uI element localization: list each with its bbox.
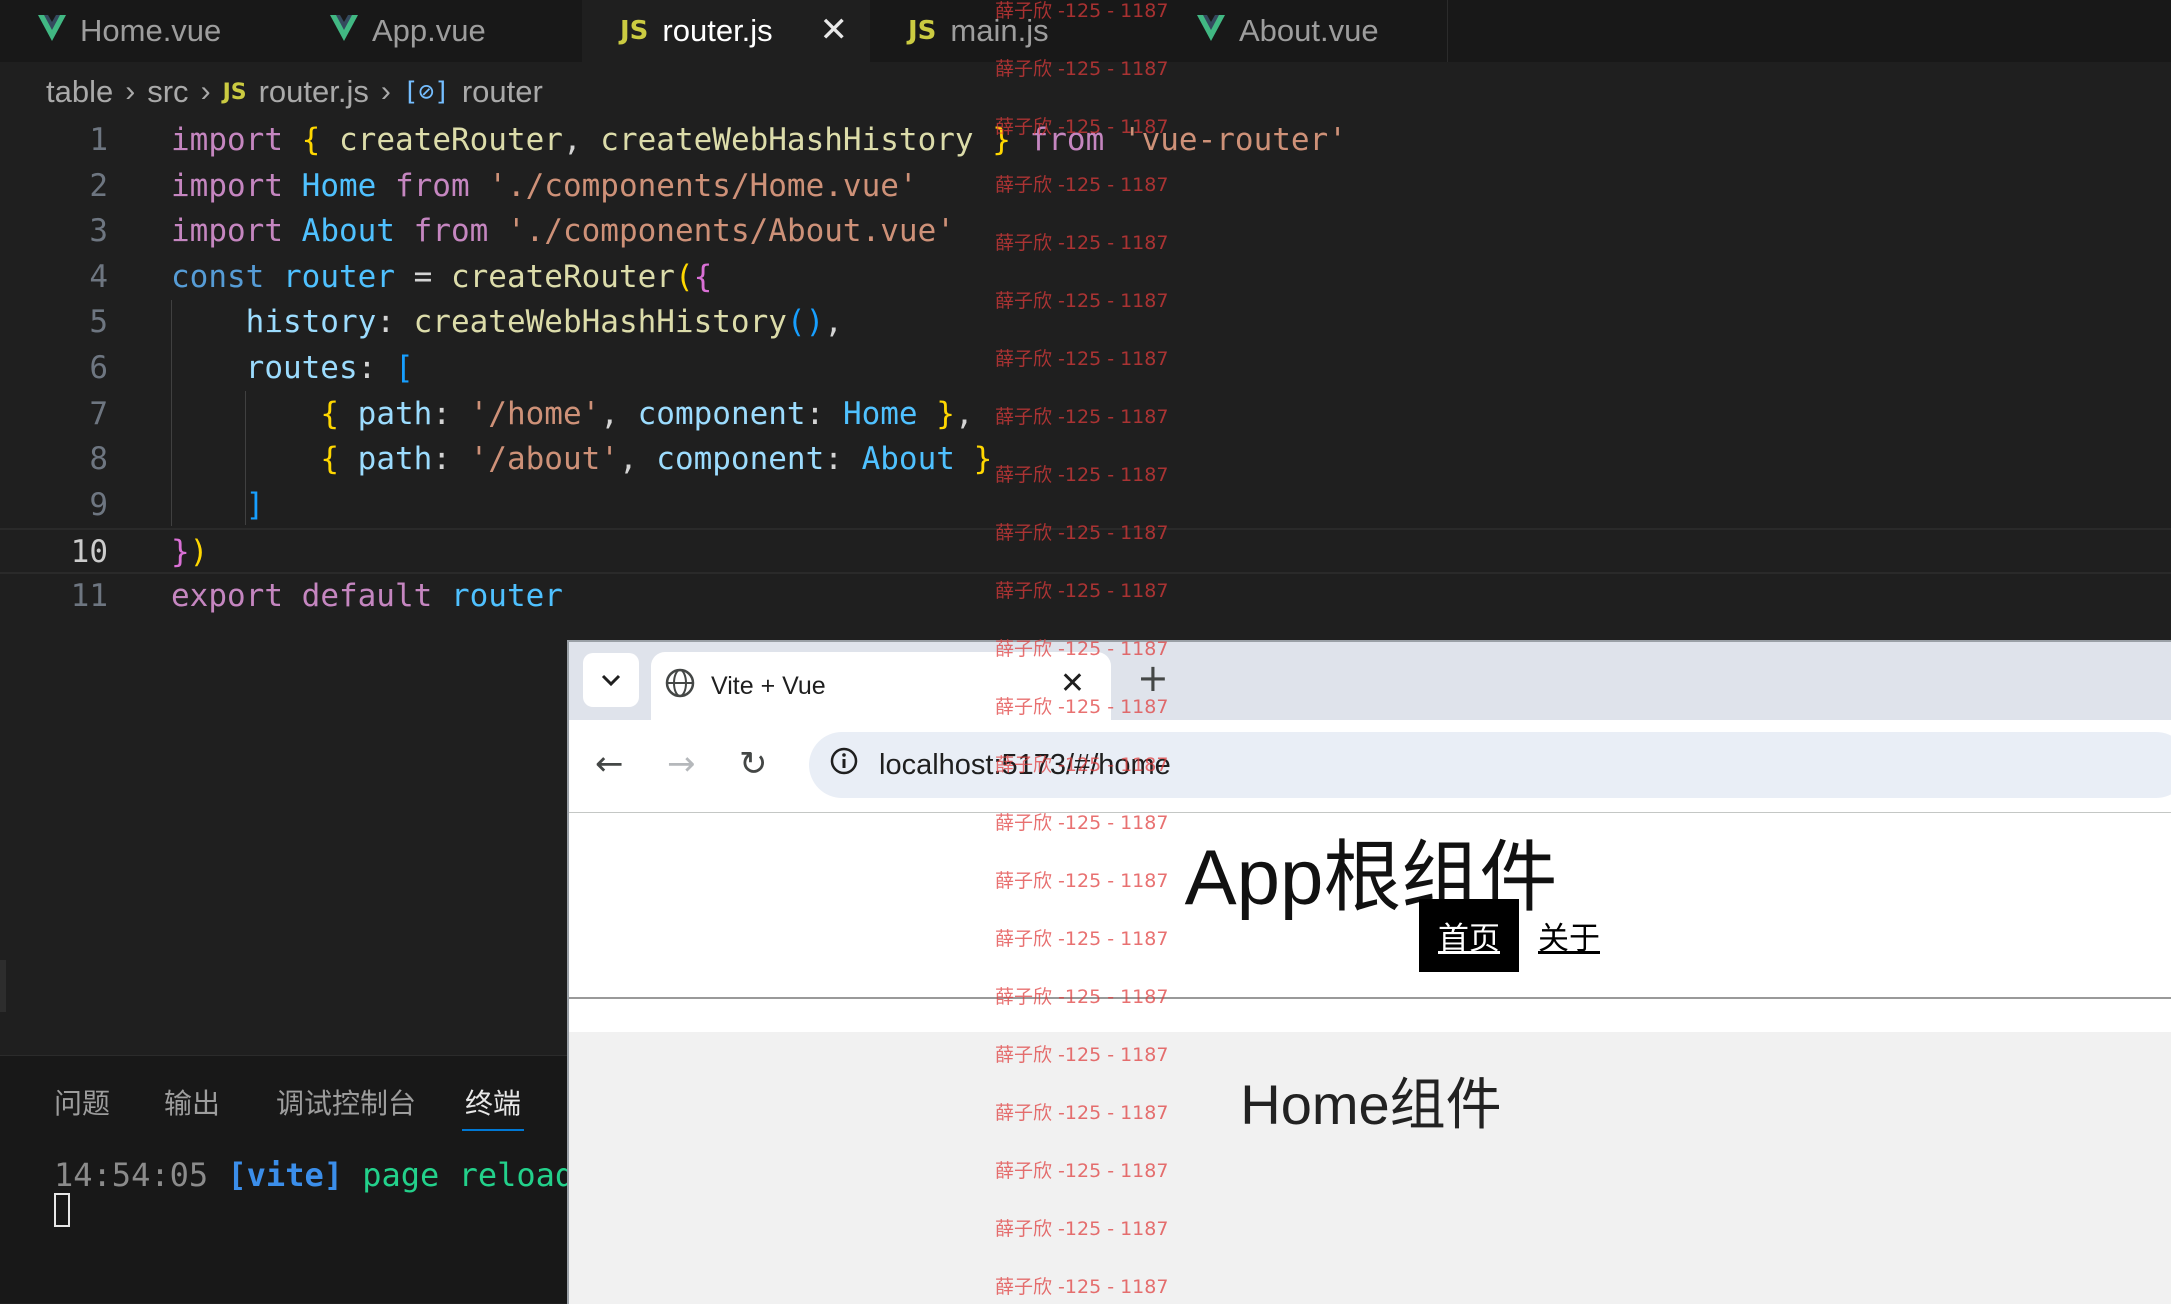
code-text: import About from './components/About.vu… [171,213,955,250]
divider [569,997,2171,999]
home-component-text: Home组件 [1240,1073,1502,1136]
watermark-text: 薛子欣 -125 - 1187 [995,928,1169,950]
code-text: routes: [ [245,349,414,386]
watermark-text: 薛子欣 -125 - 1187 [995,696,1169,718]
vue-icon [38,13,66,49]
web-page: App根组件 首页 关于 Home组件 [569,813,2171,1304]
code-text: history: createWebHashHistory(), [245,304,843,341]
watermark-text: 薛子欣 -125 - 1187 [995,638,1169,660]
watermark-text: 薛子欣 -125 - 1187 [995,986,1169,1008]
tab-home-vue[interactable]: Home.vue [0,0,293,62]
terminal-cursor [54,1193,70,1227]
router-view: Home组件 [569,1032,2171,1304]
code-text: const router = createRouter({ [171,258,713,295]
code-text: }) [171,534,209,571]
chevron-right-icon: › [200,75,211,108]
watermark-text: 薛子欣 -125 - 1187 [995,754,1169,776]
code-text: { path: '/about', component: About } [320,441,993,478]
tab-app-vue[interactable]: App.vue [292,0,583,62]
close-icon[interactable]: ✕ [820,10,849,50]
breadcrumb-file[interactable]: router.js [259,74,369,110]
code-text: export default router [171,577,563,614]
watermark-text: 薛子欣 -125 - 1187 [995,348,1169,370]
tab-debug-console[interactable]: 调试控制台 [276,1082,416,1122]
breadcrumb-root[interactable]: table [46,74,113,110]
terminal-output[interactable]: 14:54:05 [vite] page reload s [54,1156,613,1194]
browser-toolbar: ← → ↻ localhost:5173/#/home [569,720,2171,813]
chevron-down-icon [601,674,621,687]
watermark-text: 薛子欣 -125 - 1187 [995,406,1169,428]
browser-window: Vite + Vue ✕ + ← → ↻ localhost:5173/#/ho… [567,640,2171,1304]
breadcrumb: table › src › JS router.js › [⊘] router [46,70,543,114]
code-text: ] [245,486,265,523]
terminal-time: 14:54:05 [54,1156,209,1194]
code-text: { path: '/home', component: Home }, [320,395,974,432]
watermark-text: 薛子欣 -125 - 1187 [995,1102,1169,1124]
line-number: 3 [89,213,108,250]
chevron-right-icon: › [380,75,391,108]
nav-link-about[interactable]: 关于 [1519,899,1619,972]
js-icon: JS [908,16,937,46]
watermark-text: 薛子欣 -125 - 1187 [995,1160,1169,1182]
active-tab-indicator [462,1129,524,1131]
line-number: 5 [89,304,108,341]
tab-label: Home.vue [80,13,222,48]
watermark-text: 薛子欣 -125 - 1187 [995,580,1169,602]
chevron-right-icon: › [125,75,136,108]
globe-icon [665,668,695,705]
app-title: App根组件 [1184,833,1558,921]
tab-label: App.vue [372,13,486,48]
symbol-variable-icon: [⊘] [402,77,450,107]
watermark-text: 薛子欣 -125 - 1187 [995,1276,1169,1298]
line-number: 9 [89,486,108,523]
line-number: 7 [89,395,108,432]
vue-icon [1197,13,1225,49]
code-text: import { createRouter, createWebHashHist… [171,122,1347,158]
watermark-text: 薛子欣 -125 - 1187 [995,464,1169,486]
terminal-tag: [vite] [227,1156,343,1194]
line-number: 10 [70,534,108,571]
line-number: 1 [89,122,108,158]
line-number: 6 [89,349,108,386]
tab-output[interactable]: 输出 [164,1082,220,1122]
info-icon[interactable] [829,746,859,784]
js-icon: JS [620,16,649,46]
line-number: 11 [70,577,108,614]
breadcrumb-folder[interactable]: src [147,74,188,110]
back-button[interactable]: ← [595,744,624,784]
tab-label: router.js [662,13,773,48]
nav-link-home[interactable]: 首页 [1419,899,1519,972]
vue-icon [330,13,358,49]
tab-problems[interactable]: 问题 [54,1082,110,1122]
code-text: import Home from './components/Home.vue' [171,167,918,204]
watermark-text: 薛子欣 -125 - 1187 [995,0,1169,22]
tab-label: About.vue [1239,13,1379,48]
scroll-marker [0,960,6,1012]
bottom-panel: 问题 输出 调试控制台 终端 14:54:05 [vite] page relo… [0,1055,613,1303]
browser-tab-title: Vite + Vue [711,671,826,700]
tab-router-js[interactable]: JS router.js ✕ [582,0,871,62]
watermark-text: 薛子欣 -125 - 1187 [995,58,1169,80]
tab-search-button[interactable] [583,653,639,707]
watermark-text: 薛子欣 -125 - 1187 [995,870,1169,892]
reload-button[interactable]: ↻ [739,744,768,784]
watermark-text: 薛子欣 -125 - 1187 [995,116,1169,138]
tab-terminal[interactable]: 终端 [465,1082,521,1122]
watermark-text: 薛子欣 -125 - 1187 [995,232,1169,254]
watermark-text: 薛子欣 -125 - 1187 [995,1044,1169,1066]
tab-about-vue[interactable]: About.vue [1159,0,1448,62]
watermark-text: 薛子欣 -125 - 1187 [995,1218,1169,1240]
router-nav: 首页 关于 [1419,899,1619,972]
line-number: 2 [89,167,108,204]
watermark-text: 薛子欣 -125 - 1187 [995,812,1169,834]
js-icon: JS [222,79,247,105]
watermark-text: 薛子欣 -125 - 1187 [995,174,1169,196]
watermark-text: 薛子欣 -125 - 1187 [995,522,1169,544]
line-number: 8 [89,441,108,478]
forward-button[interactable]: → [667,744,696,784]
watermark-text: 薛子欣 -125 - 1187 [995,290,1169,312]
line-number: 4 [89,258,108,295]
breadcrumb-symbol[interactable]: router [462,74,543,110]
